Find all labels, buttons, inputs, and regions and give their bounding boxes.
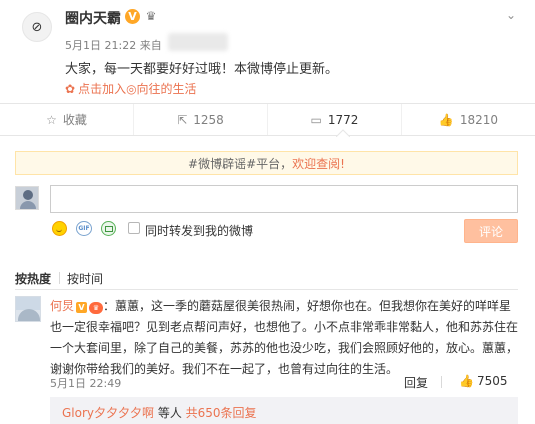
commenter-name[interactable]: 何炅	[50, 299, 74, 313]
post-time[interactable]: 5月1日 21:22 来自	[65, 37, 162, 53]
image-upload-icon[interactable]	[101, 221, 116, 236]
chevron-down-icon[interactable]: ⌄	[506, 8, 516, 22]
repost-count: 1258	[193, 112, 224, 127]
gif-icon[interactable]: GIF	[76, 221, 92, 236]
submit-comment-button[interactable]: 评论	[464, 219, 518, 243]
author-avatar[interactable]: ⊘	[22, 12, 52, 42]
sub-reply-users[interactable]: Glory夕夕夕夕啊	[62, 406, 154, 420]
thumbs-up-icon[interactable]: 👍	[459, 374, 474, 388]
action-divider	[441, 376, 442, 388]
rumor-notice-banner[interactable]: #微博辟谣#平台， 欢迎查阅!	[15, 151, 518, 175]
reply-button[interactable]: 回复	[404, 374, 428, 391]
my-avatar	[15, 186, 39, 210]
like-button[interactable]: 👍 18210	[402, 104, 535, 135]
repost-checkbox[interactable]	[128, 222, 140, 234]
emoji-icon[interactable]	[52, 221, 67, 236]
commenter-avatar[interactable]	[15, 296, 41, 322]
super-topic-link[interactable]: ✿ 点击加入◎向往的生活	[65, 80, 197, 97]
super-topic-label: 点击加入◎向往的生活	[78, 82, 197, 96]
sort-by-time-tab[interactable]: 按时间	[67, 270, 103, 287]
sub-reply-count-link[interactable]: 共650条回复	[186, 406, 257, 420]
flower-icon: ✿	[65, 82, 76, 96]
member-level-icon[interactable]: ♛	[144, 8, 158, 24]
sort-by-hot-tab[interactable]: 按热度	[15, 270, 51, 287]
notice-link[interactable]: 欢迎查阅!	[292, 155, 345, 172]
sort-underline	[15, 289, 518, 290]
thumbs-up-icon: 👍	[438, 112, 454, 127]
comment-count: 1772	[327, 112, 359, 127]
comment-icon: ▭	[310, 112, 322, 127]
sub-reply-middle: 等人	[154, 406, 186, 420]
comment-text: ：蕙蕙，这一季的蘑菇屋很美很热闹，好想你也在。但我想你在美好的咩咩星也一定很幸福…	[50, 299, 519, 376]
comment-button[interactable]: ▭ 1772	[268, 104, 402, 135]
sort-divider	[59, 272, 60, 284]
share-icon: ⇱	[177, 112, 188, 127]
post-action-bar: ☆ 收藏 ⇱ 1258 ▭ 1772 👍 18210	[0, 103, 535, 136]
favorite-label: 收藏	[62, 113, 87, 127]
comment-time: 5月1日 22:49	[50, 377, 122, 390]
author-name[interactable]: 圈内天霸	[65, 8, 121, 28]
star-icon: ☆	[46, 112, 57, 127]
post-text: 大家，每一天都要好好过哦！本微博停止更新。	[65, 62, 339, 77]
vip-crown-icon: ♛	[89, 302, 104, 314]
comment-body: 何炅 V ♛ ：蕙蕙，这一季的蘑菇屋很美很热闹，好想你也在。但我想你在美好的咩咩星也一…	[50, 296, 522, 380]
favorite-button[interactable]: ☆ 收藏	[0, 104, 134, 135]
verified-icon: V	[76, 302, 88, 313]
comment-input[interactable]	[50, 185, 518, 213]
like-count: 18210	[459, 112, 499, 127]
sub-reply-summary[interactable]: Glory夕夕夕夕啊 等人 共650条回复	[62, 404, 257, 421]
repost-button[interactable]: ⇱ 1258	[134, 104, 268, 135]
blurred-source	[168, 33, 228, 51]
repost-checkbox-label[interactable]: 同时转发到我的微博	[145, 222, 253, 239]
verified-icon: V	[125, 9, 140, 24]
comment-like-count[interactable]: 7505	[477, 374, 508, 388]
notice-text: #微博辟谣#平台，	[188, 156, 293, 171]
active-tab-indicator	[336, 129, 350, 137]
